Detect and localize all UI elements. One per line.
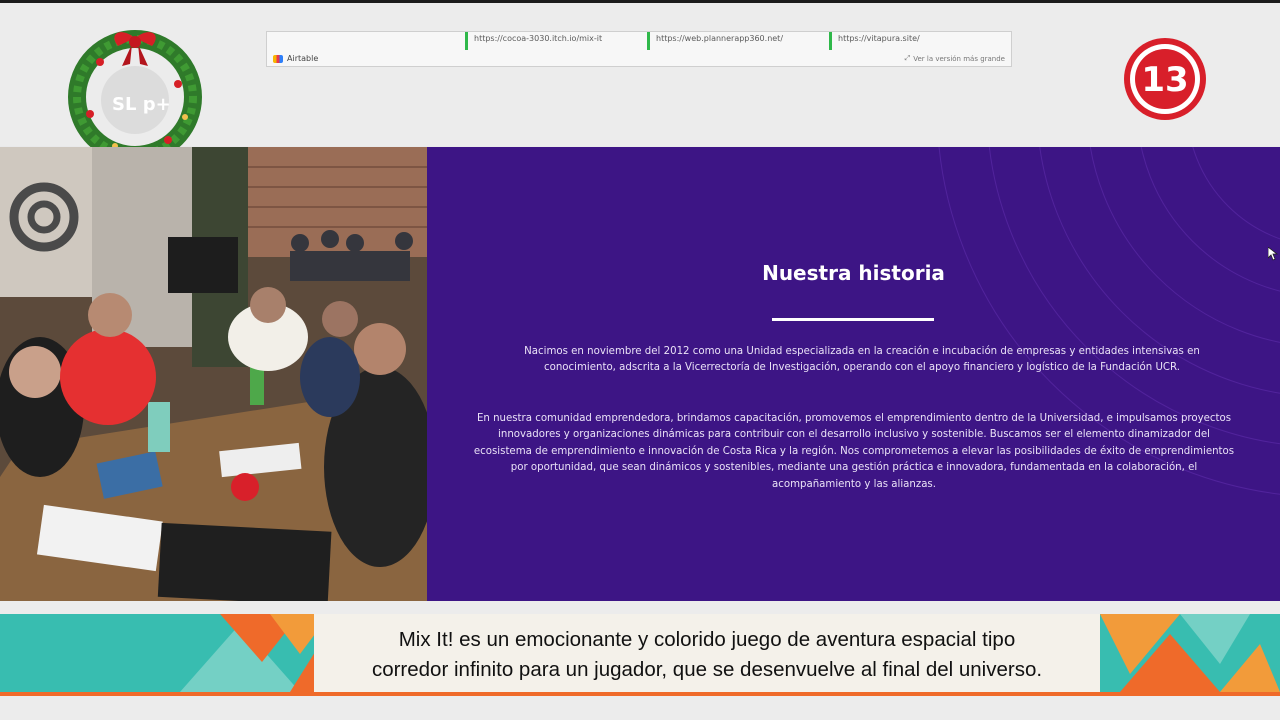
story-paragraph-1: Nacimos en noviembre del 2012 como una U… xyxy=(524,346,1200,374)
show-logo-text: SL p+ xyxy=(112,94,171,115)
caption-line-1: Mix It! es un emocionante y colorido jue… xyxy=(398,628,1016,651)
url-card-vitapura[interactable]: https://vitapura.site/ xyxy=(829,32,998,50)
caption-text: Mix It! es un emocionante y colorido jue… xyxy=(314,625,1100,685)
caption-bottom-accent xyxy=(0,692,1280,696)
caption-bar: Mix It! es un emocionante y colorido jue… xyxy=(0,614,1280,692)
channel-13-logo: 13 xyxy=(1124,38,1206,120)
show-logo-wreath: SL p+ xyxy=(68,30,202,162)
story-title: Nuestra historia xyxy=(762,261,945,285)
team-photo xyxy=(0,147,427,601)
link-preview-bar: https://cocoa-3030.itch.io/mix-it https:… xyxy=(266,31,1012,67)
airtable-label: Airtable xyxy=(287,54,319,63)
caption-line-2: corredor infinito para un jugador, que s… xyxy=(371,658,1043,681)
channel-number: 13 xyxy=(1141,60,1188,100)
story-section: Nuestra historia Nacimos en noviembre de… xyxy=(427,147,1280,601)
url-card-mix-it[interactable]: https://cocoa-3030.itch.io/mix-it xyxy=(465,32,634,50)
airtable-icon xyxy=(273,54,283,63)
airtable-link[interactable]: Airtable xyxy=(273,54,318,63)
story-paragraph-2: En nuestra comunidad emprendedora, brind… xyxy=(473,413,1235,490)
caption-box: Mix It! es un emocionante y colorido jue… xyxy=(314,614,1100,692)
expand-icon: ⤢ xyxy=(904,54,911,62)
enlarge-view-link[interactable]: ⤢ Ver la versión más grande xyxy=(905,54,1005,63)
enlarge-label: Ver la versión más grande xyxy=(913,54,1005,63)
mouse-cursor-icon xyxy=(1268,247,1278,261)
title-underline xyxy=(772,318,934,321)
url-card-plannerapp[interactable]: https://web.plannerapp360.net/ xyxy=(647,32,816,50)
